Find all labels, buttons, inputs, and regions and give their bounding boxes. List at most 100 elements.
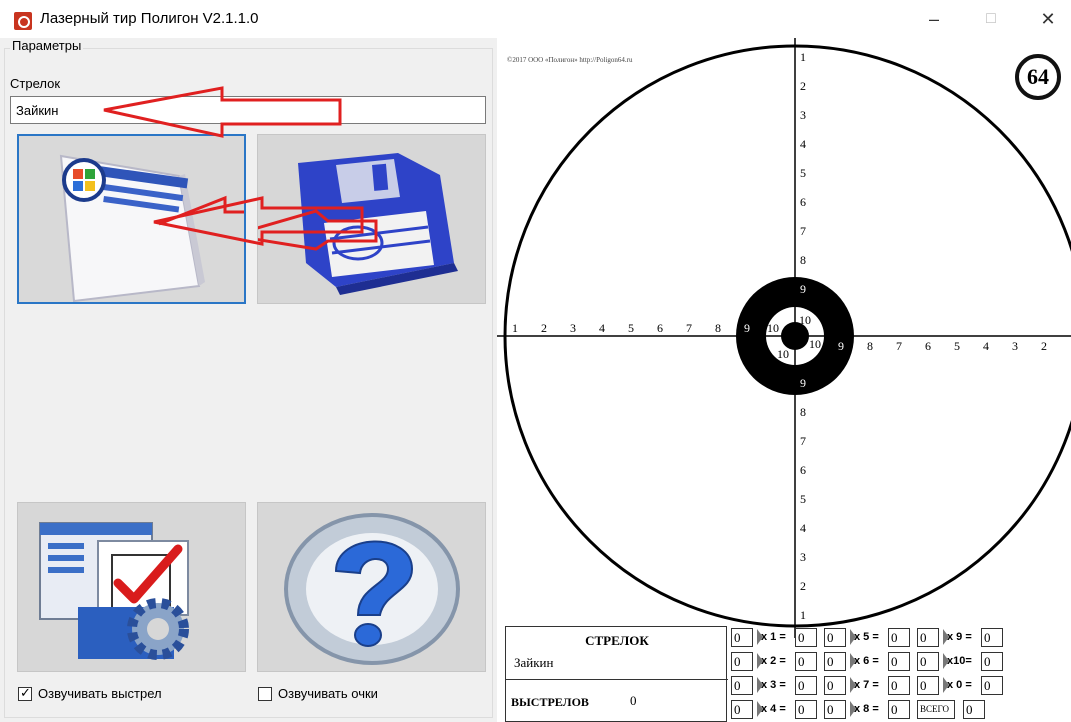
total-value: 0 bbox=[963, 700, 985, 719]
shots-label: ВЫСТРЕЛОВ bbox=[511, 695, 589, 709]
multiplier-label: x 1 = bbox=[757, 628, 786, 647]
ring-label-7: 7 bbox=[896, 339, 902, 353]
points-value: 0 bbox=[795, 628, 817, 647]
target-face: 1111222233334444555566667777888899991010… bbox=[497, 38, 1071, 638]
hits-count: 0 bbox=[917, 652, 939, 671]
shooter-score-box: СТРЕЛОК Зайкин ВЫСТРЕЛОВ 0 bbox=[505, 626, 728, 722]
ring-label-3: 3 bbox=[800, 108, 806, 122]
score-row: 0x 1 = 0 0 x 5 = 0 0 x 9 = 0 bbox=[731, 626, 1071, 648]
ring-label-7: 7 bbox=[686, 321, 692, 335]
points-value: 0 bbox=[795, 652, 817, 671]
ring-label-3: 3 bbox=[570, 321, 576, 335]
score-grid: 0x 1 = 0 0 x 5 = 0 0 x 9 = 0 0 x 2 = 0 0 x 6 = 0 0 x10=… bbox=[731, 626, 1071, 722]
ring-label-10: 10 bbox=[767, 321, 779, 335]
multiplier-label: x 2 = bbox=[757, 652, 786, 671]
checkbox-checked-icon bbox=[18, 685, 32, 701]
target-panel: 1111222233334444555566667777888899991010… bbox=[497, 38, 1071, 722]
score-row: 0x 2 = 0 0 x 6 = 0 0 x10= 0 bbox=[731, 650, 1071, 672]
ring-label-10: 10 bbox=[799, 313, 811, 327]
shooter-label: Стрелок bbox=[10, 76, 61, 91]
maximize-button[interactable]: □ bbox=[971, 6, 1011, 32]
points-value: 0 bbox=[981, 628, 1003, 647]
save-button[interactable] bbox=[257, 134, 486, 304]
ring-label-4: 4 bbox=[800, 137, 806, 151]
hits-count: 0 bbox=[824, 700, 846, 719]
title-bar: Лазерный тир Полигон V2.1.1.0 – □ ✕ bbox=[0, 0, 1071, 38]
shooter-name: Зайкин bbox=[514, 655, 554, 670]
ring-label-9: 9 bbox=[800, 282, 806, 296]
copyright-text: ©2017 ООО «Полигон» http://Poligon64.ru bbox=[507, 56, 633, 64]
ring-label-7: 7 bbox=[800, 434, 806, 448]
ring-label-7: 7 bbox=[800, 224, 806, 238]
points-value: 0 bbox=[888, 700, 910, 719]
multiplier-label: x 7 = bbox=[850, 676, 879, 695]
hits-count: 0 bbox=[731, 700, 753, 719]
close-button[interactable]: ✕ bbox=[1028, 6, 1068, 32]
points-value: 0 bbox=[795, 700, 817, 719]
sound-shot-label: Озвучивать выстрел bbox=[38, 686, 162, 701]
hits-count: 0 bbox=[824, 628, 846, 647]
ring-label-2: 2 bbox=[1041, 339, 1047, 353]
hits-count: 0 bbox=[731, 652, 753, 671]
new-session-button[interactable] bbox=[17, 134, 246, 304]
score-row: 0x 4 = 0 0 x 8 = 0 ВСЕГО 0 bbox=[731, 698, 1071, 720]
points-value: 0 bbox=[981, 676, 1003, 695]
shooter-header: СТРЕЛОК bbox=[585, 633, 649, 648]
hits-count: 0 bbox=[917, 676, 939, 695]
points-value: 0 bbox=[981, 652, 1003, 671]
shooter-name-input[interactable] bbox=[10, 96, 486, 124]
divider bbox=[506, 679, 728, 680]
ring-label-5: 5 bbox=[954, 339, 960, 353]
ring-label-6: 6 bbox=[925, 339, 931, 353]
ring-label-6: 6 bbox=[657, 321, 663, 335]
total-label: ВСЕГО bbox=[917, 700, 955, 719]
points-value: 0 bbox=[888, 652, 910, 671]
hits-count: 0 bbox=[731, 628, 753, 647]
ring-label-5: 5 bbox=[628, 321, 634, 335]
minimize-button[interactable]: – bbox=[914, 6, 954, 32]
ring-label-5: 5 bbox=[800, 492, 806, 506]
ring-label-1: 1 bbox=[800, 608, 806, 622]
multiplier-label: x10= bbox=[943, 652, 972, 671]
sound-points-label: Озвучивать очки bbox=[278, 686, 378, 701]
ring-label-8: 8 bbox=[715, 321, 721, 335]
ring-label-4: 4 bbox=[983, 339, 989, 353]
ring-label-1: 1 bbox=[512, 321, 518, 335]
ring-label-10: 10 bbox=[777, 347, 789, 361]
multiplier-label: x 4 = bbox=[757, 700, 786, 719]
settings-button[interactable] bbox=[17, 502, 246, 672]
parameters-panel: Параметры Стрелок Зайкин ✓ Озвучивать вы… bbox=[0, 38, 497, 722]
sound-points-checkbox[interactable]: Озвучивать очки bbox=[258, 686, 378, 701]
multiplier-label: x 0 = bbox=[943, 676, 972, 695]
points-value: 0 bbox=[795, 676, 817, 695]
parameters-group-title: Параметры bbox=[10, 38, 84, 53]
ring-label-9: 9 bbox=[744, 321, 750, 335]
ring-label-9: 9 bbox=[800, 376, 806, 390]
new-document-icon bbox=[59, 154, 244, 302]
settings-icon bbox=[39, 522, 189, 660]
ring-label-8: 8 bbox=[800, 405, 806, 419]
help-button[interactable] bbox=[257, 502, 486, 672]
hits-count: 0 bbox=[824, 652, 846, 671]
ring-label-3: 3 bbox=[800, 550, 806, 564]
ring-label-2: 2 bbox=[800, 579, 806, 593]
points-value: 0 bbox=[888, 676, 910, 695]
sound-shot-checkbox[interactable]: Озвучивать выстрел bbox=[18, 685, 162, 701]
ring-label-4: 4 bbox=[599, 321, 605, 335]
ring-label-8: 8 bbox=[867, 339, 873, 353]
ring-label-4: 4 bbox=[800, 521, 806, 535]
floppy-disk-icon bbox=[258, 153, 458, 295]
ring-label-1: 1 bbox=[800, 50, 806, 64]
ring-label-5: 5 bbox=[800, 166, 806, 180]
shots-value: 0 bbox=[630, 693, 637, 708]
hits-count: 0 bbox=[917, 628, 939, 647]
window-title: Лазерный тир Полигон V2.1.1.0 bbox=[40, 10, 259, 27]
hits-count: 0 bbox=[824, 676, 846, 695]
multiplier-label: x 3 = bbox=[757, 676, 786, 695]
points-value: 0 bbox=[888, 628, 910, 647]
ring-label-3: 3 bbox=[1012, 339, 1018, 353]
ring-label-6: 6 bbox=[800, 463, 806, 477]
score-row: 0x 3 = 0 0 x 7 = 0 0 x 0 = 0 bbox=[731, 674, 1071, 696]
multiplier-label: x 5 = bbox=[850, 628, 879, 647]
ring-label-10: 10 bbox=[809, 337, 821, 351]
